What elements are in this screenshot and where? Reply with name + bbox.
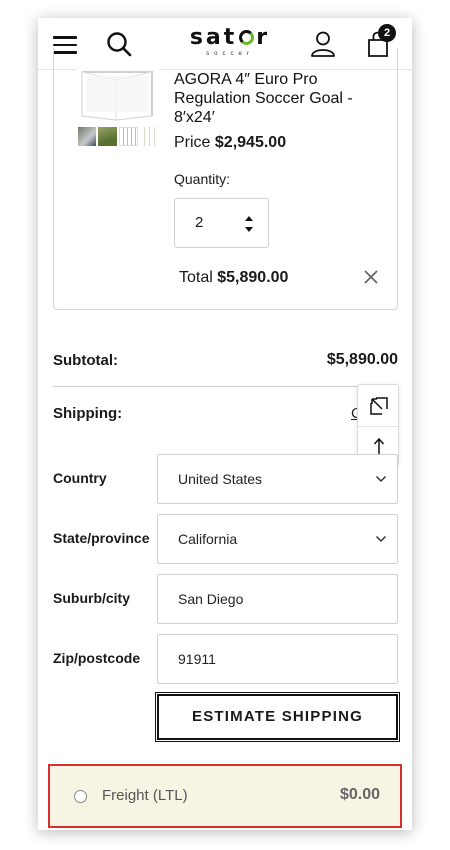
price-value: $2,945.00 <box>214 134 287 151</box>
state-select[interactable]: California <box>157 514 398 564</box>
thumbnail-1[interactable] <box>78 127 97 146</box>
subtotal-label: Subtotal: <box>53 352 118 369</box>
city-value[interactable]: San Diego <box>178 591 243 607</box>
quantity-label: Quantity: <box>174 171 231 187</box>
shipping-label: Shipping: <box>53 405 123 422</box>
chevron-down-icon <box>375 535 387 543</box>
city-label: Suburb/city <box>53 590 131 606</box>
thumbnail-4[interactable] <box>139 127 158 146</box>
zip-value[interactable]: 91911 <box>178 651 216 667</box>
subtotal-value: $5,890.00 <box>326 351 398 368</box>
line-total: Total $5,890.00 <box>179 269 288 287</box>
expand-button[interactable] <box>358 385 400 426</box>
page-frame: sat r soccer 2 AGORA 4″ Euro Pro Regulati <box>38 18 412 830</box>
shipping-option-label: Freight (LTL) <box>102 787 188 804</box>
logo-wordmark: sat r <box>189 25 271 50</box>
total-label: Total <box>179 269 213 286</box>
product-thumbnails <box>78 127 158 147</box>
divider <box>53 386 398 387</box>
cart-item-card: AGORA 4″ Euro Pro Regulation Soccer Goal… <box>53 48 398 310</box>
country-select[interactable]: United States <box>157 454 398 504</box>
state-label: State/province <box>53 530 150 546</box>
shipping-option-price: $0.00 <box>339 786 380 803</box>
country-value: United States <box>178 471 263 487</box>
quantity-value[interactable]: 2 <box>195 214 203 231</box>
estimate-shipping-button[interactable]: ESTIMATE SHIPPING <box>155 692 400 742</box>
thumbnail-3[interactable] <box>118 127 138 146</box>
zip-label: Zip/postcode <box>53 650 141 666</box>
expand-icon <box>370 396 388 415</box>
chevron-down-icon <box>375 475 387 483</box>
zip-input[interactable]: 91911 <box>157 634 398 684</box>
price-label: Price <box>174 134 211 151</box>
product-price: Price $2,945.00 <box>174 134 286 152</box>
product-title[interactable]: AGORA 4″ Euro Pro Regulation Soccer Goal… <box>174 70 384 127</box>
country-label: Country <box>53 470 107 486</box>
quantity-arrows-icon[interactable] <box>243 213 255 235</box>
product-image[interactable] <box>76 66 160 124</box>
total-value: $5,890.00 <box>217 269 289 286</box>
quantity-stepper[interactable]: 2 <box>174 198 269 248</box>
shipping-option-radio[interactable] <box>74 790 87 803</box>
city-input[interactable]: San Diego <box>157 574 398 624</box>
thumbnail-2[interactable] <box>98 127 117 146</box>
cart-count-badge: 2 <box>378 24 396 42</box>
shipping-option-freight[interactable]: Freight (LTL) $0.00 <box>48 764 402 828</box>
state-value: California <box>178 531 238 547</box>
close-icon[interactable] <box>362 268 380 286</box>
